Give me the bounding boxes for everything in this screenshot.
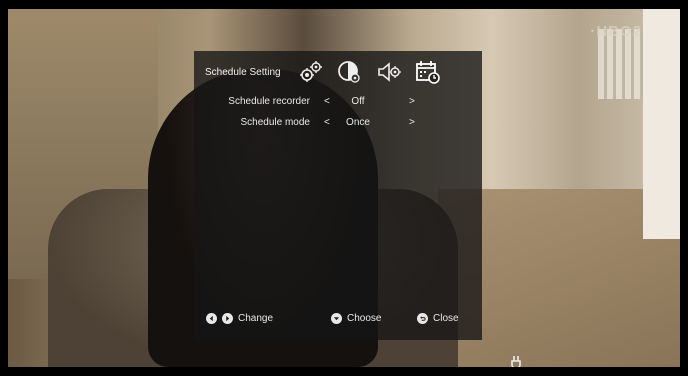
- plug-icon: [508, 354, 530, 367]
- panel-header: Schedule Setting: [194, 51, 482, 93]
- back-button-icon: [417, 313, 428, 324]
- choose-hint: Choose: [331, 313, 381, 324]
- speaker-settings-icon[interactable]: [374, 57, 404, 87]
- setting-value: Once: [346, 117, 370, 128]
- choose-label: Choose: [347, 313, 382, 324]
- setting-row-schedule-recorder[interactable]: Schedule recorder < Off >: [194, 94, 482, 110]
- settings-panel: Schedule Setting Schedule recorder < Off…: [194, 51, 482, 340]
- right-button-icon: [222, 313, 233, 324]
- screen-frame: ·HBO2 Schedule Setting Schedule recorder…: [0, 0, 688, 376]
- close-label: Close: [433, 313, 459, 324]
- close-hint: Close: [417, 313, 459, 324]
- setting-label: Schedule recorder: [228, 96, 310, 107]
- change-hint: Change: [206, 313, 273, 324]
- change-label: Change: [238, 313, 274, 324]
- right-arrow[interactable]: >: [409, 96, 415, 107]
- left-arrow[interactable]: <: [324, 117, 330, 128]
- door: [643, 9, 680, 239]
- setting-row-schedule-mode[interactable]: Schedule mode < Once >: [194, 115, 482, 131]
- left-arrow[interactable]: <: [324, 96, 330, 107]
- setting-value: Off: [351, 96, 365, 107]
- gears-icon[interactable]: [296, 57, 326, 87]
- down-button-icon: [331, 313, 342, 324]
- channel-logo: ·HBO2: [590, 23, 642, 40]
- button-hints: Change Choose Close: [194, 310, 482, 330]
- panel-title: Schedule Setting: [205, 67, 281, 78]
- right-arrow[interactable]: >: [409, 117, 415, 128]
- calendar-clock-icon[interactable]: [413, 57, 443, 87]
- setting-label: Schedule mode: [240, 117, 311, 128]
- left-button-icon: [206, 313, 217, 324]
- contrast-settings-icon[interactable]: [334, 57, 364, 87]
